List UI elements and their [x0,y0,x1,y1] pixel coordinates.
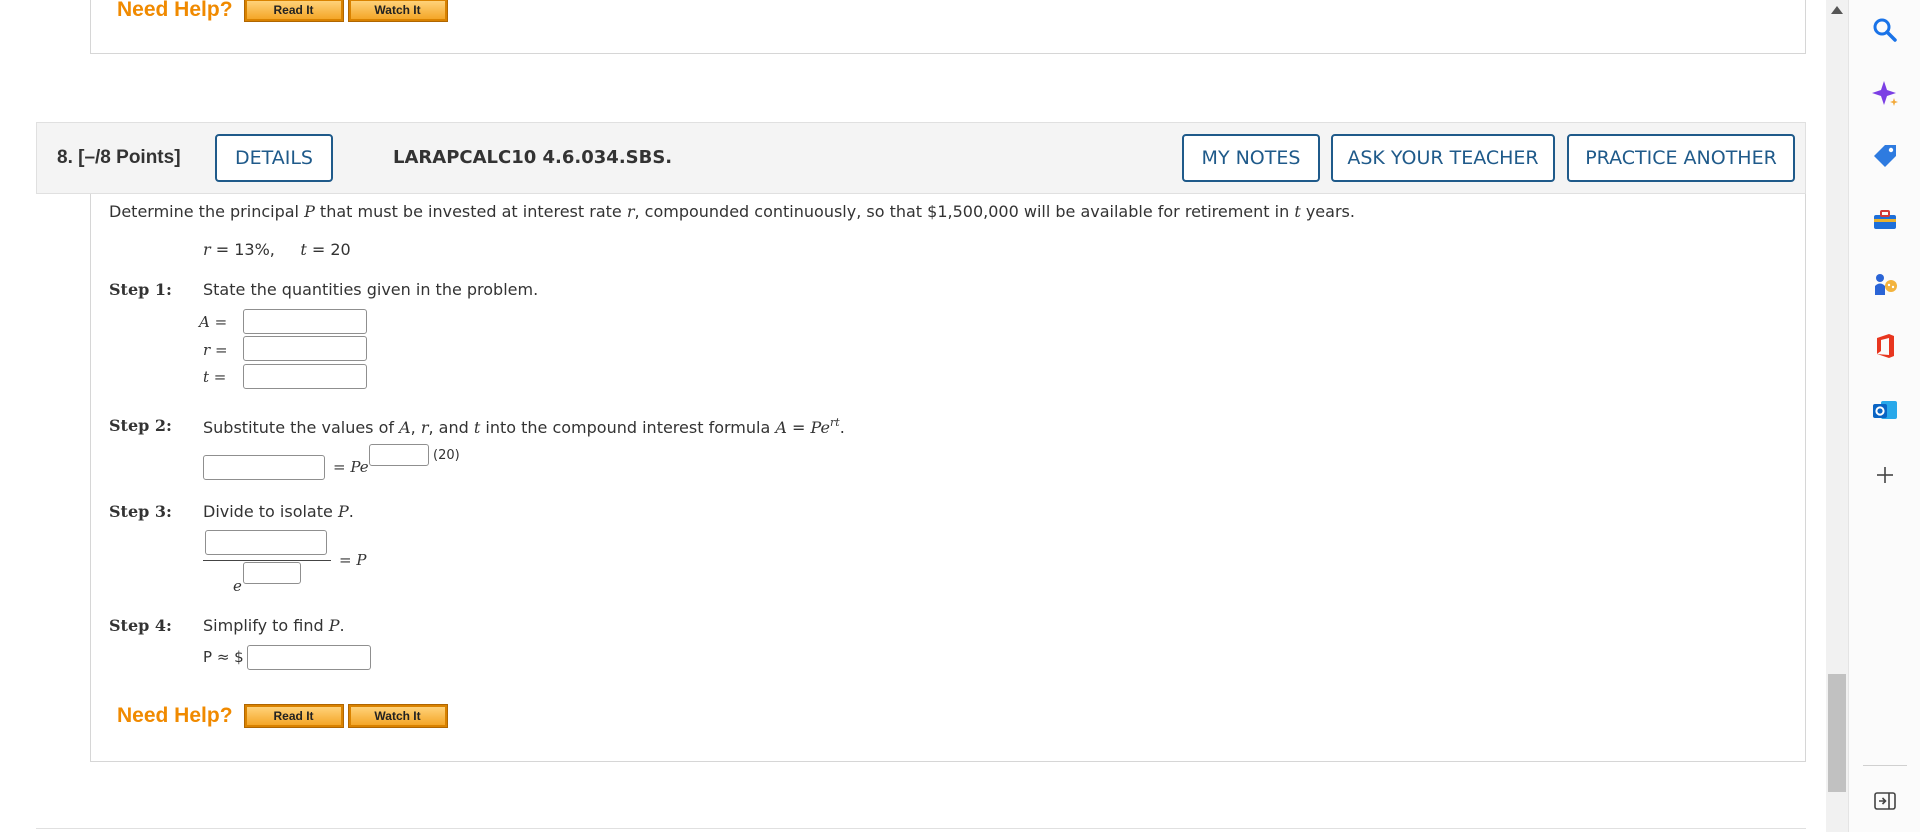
practice-another-button[interactable]: PRACTICE ANOTHER [1567,134,1795,182]
prompt-text: years. [1300,202,1355,221]
vertical-scrollbar[interactable] [1826,0,1848,832]
previous-question-panel: Need Help? Read It Watch It [90,0,1806,54]
formula-exponent: rt [830,416,840,429]
question-number-points: 8. [–/8 Points] [57,147,181,168]
prompt-var-p: P [304,202,315,221]
step-2-a-input[interactable] [203,455,325,480]
step-4-p-input[interactable] [247,645,371,670]
step-1-r-label: r = [203,341,228,359]
watch-it-button[interactable]: Watch It [347,0,448,22]
prompt-text: Determine the principal [109,202,305,221]
page-content: Need Help? Read It Watch It 8. [–/8 Poin… [0,0,1826,832]
add-icon[interactable] [1869,459,1901,491]
step-3-denominator-e: e [233,577,242,595]
step-3-var-p: P [337,502,349,521]
scrollbar-thumb[interactable] [1828,674,1846,792]
step-2-text-part: , and [428,418,474,437]
formula-a: A [775,418,787,437]
question-code: LARAPCALC10 4.6.034.SBS. [393,147,673,168]
step-1-text: State the quantities given in the proble… [203,280,539,299]
step-2-label: Step 2: [109,416,172,435]
step-2-text-part: , [410,418,421,437]
step-2-var-a: A [399,418,411,437]
outlook-icon[interactable] [1869,394,1901,426]
step-3-text-part: Divide to isolate [203,502,338,521]
step-1-r-input[interactable] [243,336,367,361]
step-3-numerator-input[interactable] [205,530,327,555]
given-t-value: = 20 [306,240,351,259]
need-help-label: Need Help? [117,704,233,727]
step-4-approx-label: P ≈ $ [203,648,244,666]
details-button[interactable]: DETAILS [215,134,333,182]
step-2-exponent-input[interactable] [369,444,429,466]
question-header: 8. [–/8 Points] DETAILS LARAPCALC10 4.6.… [36,122,1806,194]
prompt-text: , compounded continuously, so that $1,50… [634,202,1295,221]
problem-prompt: Determine the principal P that must be i… [109,202,1355,221]
collapse-sidebar-icon[interactable] [1869,785,1901,817]
formula-equals: = [786,418,811,437]
step-2-text-part: Substitute the values of [203,418,400,437]
ask-your-teacher-button[interactable]: ASK YOUR TEACHER [1331,134,1555,182]
step-2-exponent-t: (20) [433,448,460,463]
fraction-bar [203,560,331,561]
step-3-text: Divide to isolate P. [203,502,354,521]
step-1-a-label: A = [199,313,228,331]
divider [36,828,1806,829]
search-icon[interactable] [1869,14,1901,46]
step-3-label: Step 3: [109,502,172,521]
step-3-exponent-input[interactable] [243,562,301,584]
formula-period: . [839,418,845,437]
games-icon[interactable] [1869,267,1901,299]
formula-pe: Pe [810,418,831,437]
given-r-var: r [203,240,211,259]
step-4-var-p: P [328,616,340,635]
step-2-text-part: into the compound interest formula [480,418,776,437]
toolbox-icon[interactable] [1869,204,1901,236]
step-1-label: Step 1: [109,280,172,299]
browser-sidebar [1848,0,1920,832]
step-4-text-part: . [339,616,345,635]
read-it-button[interactable]: Read It [243,0,344,22]
step-4-text: Simplify to find P. [203,616,345,635]
step-2-text: Substitute the values of A, r, and t int… [203,416,845,437]
step-2-equals-pe: = Pe [333,458,369,476]
copilot-sparkle-icon[interactable] [1869,77,1901,109]
need-help-label: Need Help? [117,0,233,21]
step-3-equals-p: = P [339,551,367,569]
step-4-text-part: Simplify to find [203,616,329,635]
step-2-var-r: r [420,418,429,437]
step-3-text-part: . [348,502,354,521]
need-help-row-previous: Need Help? Read It Watch It [117,0,453,22]
prompt-text: that must be invested at interest rate [314,202,627,221]
step-1-t-label: t = [203,368,227,386]
office-icon[interactable] [1869,330,1901,362]
step-4-label: Step 4: [109,616,172,635]
need-help-row: Need Help? Read It Watch It [117,704,453,728]
shopping-tag-icon[interactable] [1869,140,1901,172]
watch-it-button[interactable]: Watch It [347,704,448,728]
step-1-t-input[interactable] [243,364,367,389]
question-body: Determine the principal P that must be i… [90,194,1806,762]
my-notes-button[interactable]: MY NOTES [1182,134,1320,182]
given-values: r = 13%, t = 20 [203,240,351,259]
read-it-button[interactable]: Read It [243,704,344,728]
given-r-value: = 13%, [210,240,275,259]
step-1-a-input[interactable] [243,309,367,334]
scroll-up-arrow-icon[interactable] [1831,6,1843,14]
sidebar-divider [1863,765,1907,766]
